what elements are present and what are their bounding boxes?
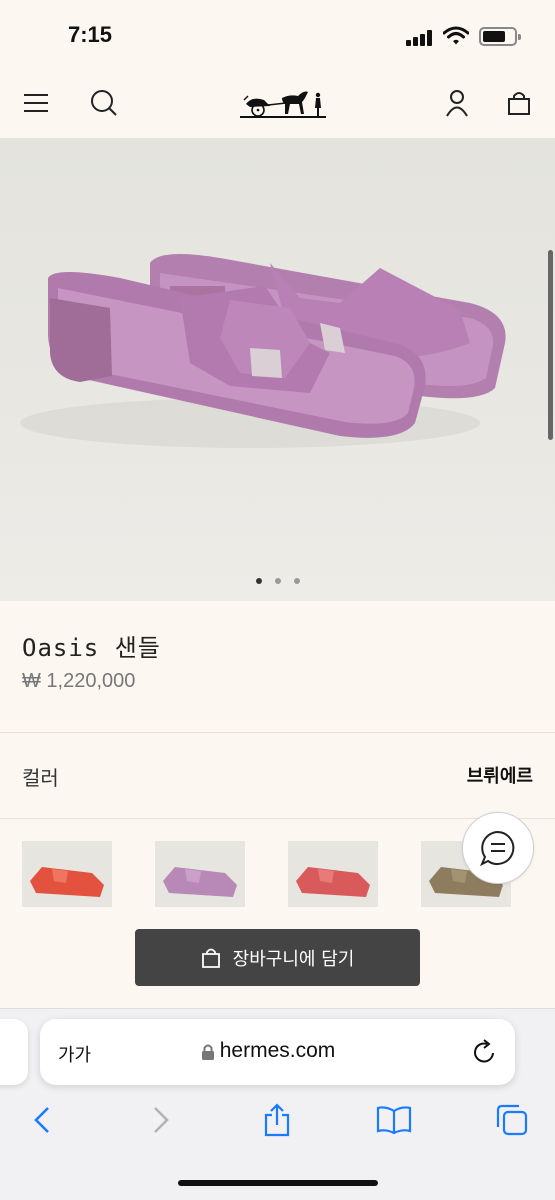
status-time: 7:15: [68, 22, 113, 47]
tabs-icon[interactable]: [494, 1102, 530, 1138]
divider: [0, 818, 555, 819]
cellular-signal-icon: [406, 30, 434, 46]
chat-bubble-icon: [480, 830, 515, 867]
reload-icon[interactable]: [473, 1039, 497, 1065]
chat-button[interactable]: [462, 812, 534, 884]
forward-icon[interactable]: [143, 1102, 179, 1138]
url-text[interactable]: hermes.com: [40, 1039, 515, 1063]
hamburger-menu-icon[interactable]: [19, 86, 53, 120]
product-image-gallery[interactable]: [0, 138, 555, 601]
search-icon[interactable]: [87, 86, 121, 120]
bookmarks-icon[interactable]: [376, 1102, 412, 1138]
gallery-dot-3[interactable]: [293, 578, 300, 584]
gallery-dot-2[interactable]: [274, 578, 281, 584]
shopping-bag-icon: [201, 948, 220, 968]
address-bar[interactable]: 가가 hermes.com: [40, 1019, 515, 1085]
color-swatch-coral-red[interactable]: [288, 841, 378, 907]
back-icon[interactable]: [24, 1102, 60, 1138]
product-title: Oasis 샌들: [22, 634, 161, 662]
color-swatch-red-orange[interactable]: [22, 841, 112, 907]
home-indicator[interactable]: [178, 1180, 378, 1186]
site-header: [0, 68, 555, 138]
product-image: [20, 254, 506, 448]
product-price: ₩ 1,220,000: [22, 670, 136, 692]
color-label: 컬러: [22, 766, 59, 790]
share-icon[interactable]: [259, 1102, 295, 1138]
divider: [0, 732, 555, 733]
battery-icon: [479, 27, 521, 46]
add-to-cart-button[interactable]: 장바구니에 담기: [135, 929, 420, 986]
wifi-icon: [443, 26, 469, 45]
gallery-pagination-dots[interactable]: [0, 578, 555, 584]
page-scrollbar[interactable]: [548, 250, 553, 440]
gallery-dot-1[interactable]: [255, 578, 262, 584]
selected-color-value[interactable]: 브뤼에르: [467, 762, 533, 788]
user-icon[interactable]: [440, 86, 474, 120]
hermes-carriage-logo[interactable]: [238, 86, 328, 120]
previous-tab-preview[interactable]: [0, 1019, 28, 1085]
add-to-cart-label: 장바구니에 담기: [232, 948, 355, 970]
status-bar: 7:15: [0, 0, 555, 68]
color-swatch-mauve[interactable]: [155, 841, 245, 907]
shopping-bag-icon[interactable]: [502, 86, 536, 120]
